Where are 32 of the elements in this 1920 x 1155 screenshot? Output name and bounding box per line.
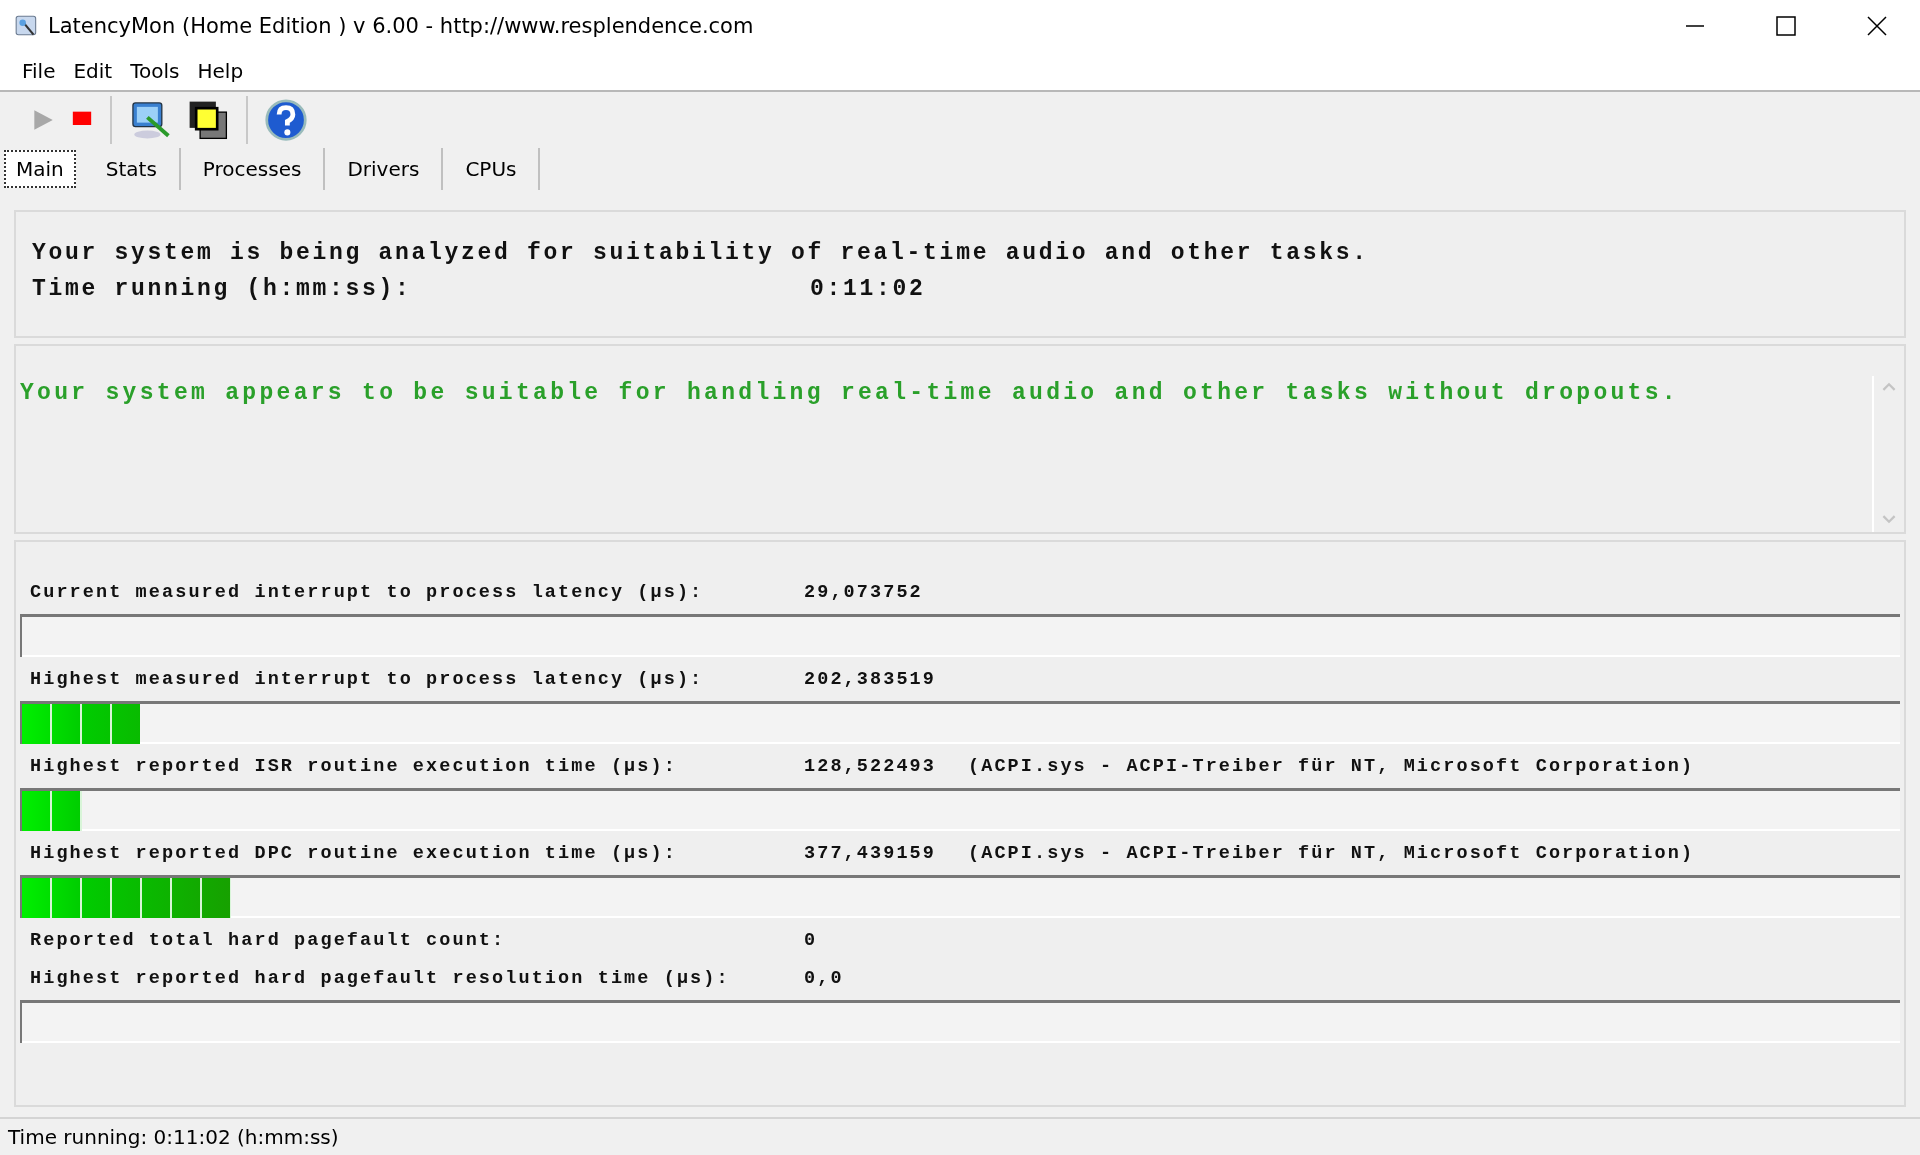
time-value: 0:11:02 — [810, 276, 926, 302]
metric-label: Current measured interrupt to process latency (µs): — [30, 581, 705, 603]
close-icon[interactable] — [1867, 16, 1887, 36]
metric-label: Highest reported DPC routine execution time (µs): — [30, 842, 678, 864]
metric-label: Highest measured interrupt to process latency (µs): — [30, 668, 705, 690]
time-label: Time running (h:mm:ss): — [32, 276, 413, 302]
metric-value: 29,073752 — [804, 581, 924, 603]
tab[interactable]: Stats — [83, 148, 181, 190]
help-icon[interactable] — [264, 98, 308, 142]
metric-detail: (ACPI.sys - ACPI-Treiber für NT, Microsoft Corporation) — [968, 842, 1695, 864]
metric-value: 377,439159 — [804, 842, 938, 864]
menu-item[interactable]: Tools — [130, 59, 180, 83]
window-title: LatencyMon (Home Edition ) v 6.00 - http://www.resplendence.com — [48, 14, 754, 38]
tab[interactable]: Drivers — [325, 148, 444, 190]
metric-value: 0 — [804, 929, 819, 951]
metric-value: 128,522493 — [804, 755, 938, 777]
metric-value: 202,383519 — [804, 668, 938, 690]
metric-label: Highest reported hard pagefault resolution time (µs): — [30, 967, 731, 989]
menu-item[interactable]: File — [22, 59, 56, 83]
analysis-message: Your system is being analyzed for suitability of real-time audio and other tasks. — [32, 240, 1370, 266]
metric-value: 0,0 — [804, 967, 845, 989]
tab[interactable]: Main — [4, 150, 76, 188]
maximize-icon[interactable] — [1776, 16, 1796, 36]
tab[interactable]: CPUs — [443, 148, 541, 190]
status-text: Time running: 0:11:02 (h:mm:ss) — [8, 1125, 339, 1149]
menu-item[interactable]: Edit — [73, 59, 113, 83]
menu-item[interactable]: Help — [197, 59, 244, 83]
metric-label: Reported total hard pagefault count: — [30, 929, 507, 951]
metric-detail: (ACPI.sys - ACPI-Treiber für NT, Microsoft Corporation) — [968, 755, 1695, 777]
tab[interactable]: Processes — [180, 148, 326, 190]
metric-label: Highest reported ISR routine execution time (µs): — [30, 755, 678, 777]
verdict-message: Your system appears to be suitable for handling real-time audio and other tasks without dropouts. — [19, 379, 1680, 408]
